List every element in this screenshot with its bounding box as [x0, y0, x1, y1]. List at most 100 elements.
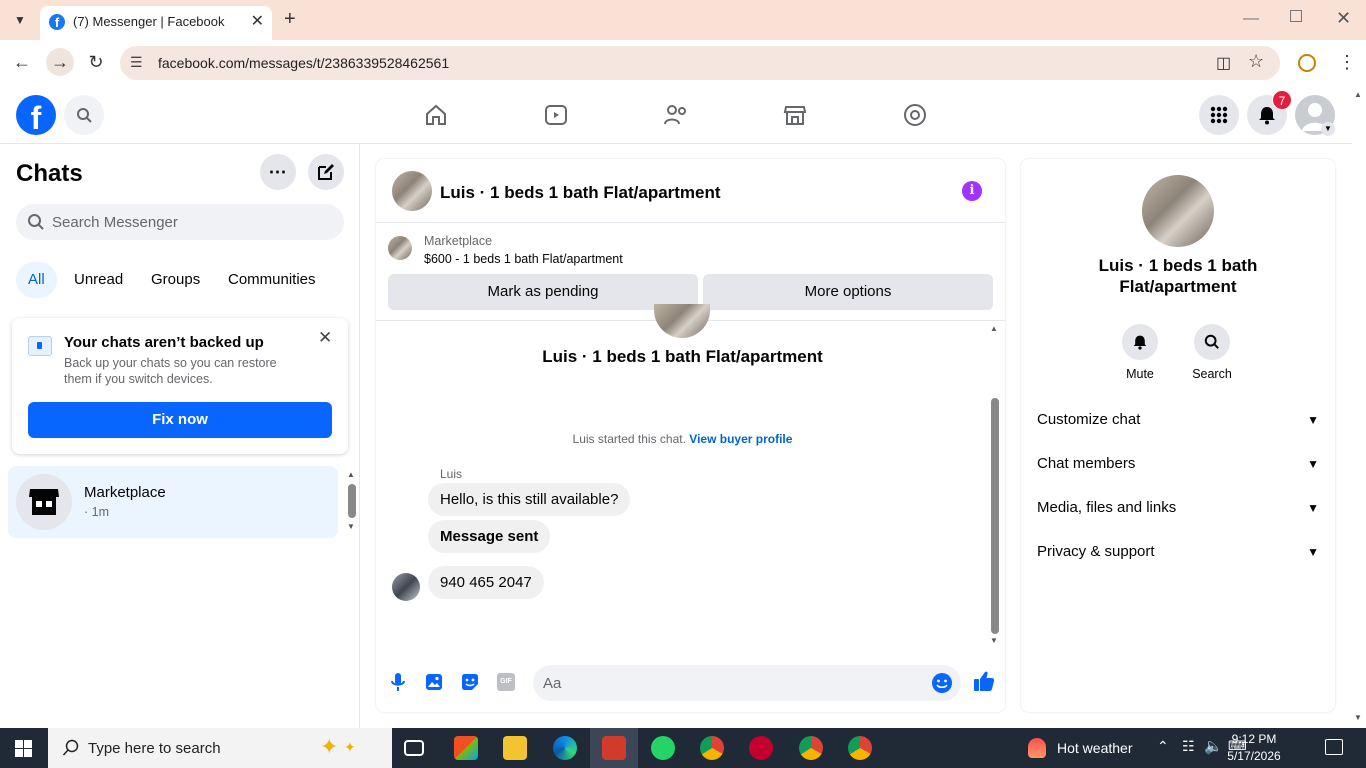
- minimize-button[interactable]: —: [1243, 10, 1259, 28]
- browser-tab[interactable]: f (7) Messenger | Facebook ✕: [40, 6, 272, 40]
- microphone-icon[interactable]: [387, 671, 409, 693]
- search-button[interactable]: [64, 95, 104, 135]
- chrome-icon[interactable]: [700, 736, 724, 760]
- browser-menu-icon[interactable]: ⋮: [1338, 52, 1356, 73]
- file-explorer-icon[interactable]: [503, 736, 527, 760]
- message-placeholder: Aa: [543, 675, 562, 692]
- thumbs-up-icon[interactable]: [972, 669, 996, 693]
- backup-icon: [28, 336, 52, 356]
- close-window-button[interactable]: ✕: [1336, 8, 1351, 29]
- gaming-icon[interactable]: [900, 100, 930, 130]
- taskbar-search-box[interactable]: Type here to search ✦ ✦: [48, 728, 392, 768]
- back-icon[interactable]: ←: [10, 50, 34, 74]
- thread-scroll-down[interactable]: ▼: [990, 636, 998, 645]
- app-icon[interactable]: [602, 736, 626, 760]
- more-options-button[interactable]: More options: [703, 274, 993, 310]
- view-buyer-profile-link[interactable]: View buyer profile: [689, 432, 792, 446]
- chrome-icon[interactable]: [848, 736, 872, 760]
- listing-thumbnail[interactable]: [388, 236, 412, 260]
- whatsapp-icon[interactable]: [651, 736, 675, 760]
- video-icon[interactable]: [541, 100, 571, 130]
- new-message-button[interactable]: [308, 154, 344, 190]
- omnibox[interactable]: ☰ facebook.com/messages/t/23863395284625…: [120, 46, 1280, 80]
- notification-badge: 7: [1272, 90, 1292, 110]
- message-bubble[interactable]: Message sent: [428, 520, 551, 553]
- sender-avatar[interactable]: [392, 573, 420, 601]
- system-clock[interactable]: 9:12 PM 5/17/2026: [1222, 731, 1286, 765]
- facebook-header: f ▼: [0, 86, 1352, 144]
- close-icon[interactable]: ✕: [318, 328, 332, 348]
- tab-list-button[interactable]: ▼: [10, 10, 30, 30]
- sticker-icon[interactable]: [459, 671, 481, 693]
- address-bar-row: ← → ↻ ☰ facebook.com/messages/t/23863395…: [0, 40, 1366, 86]
- bookmark-star-icon[interactable]: ☆: [1248, 51, 1264, 72]
- install-app-icon[interactable]: ◫: [1216, 53, 1231, 73]
- details-avatar[interactable]: [1142, 175, 1214, 247]
- home-icon[interactable]: [421, 100, 451, 130]
- sidebar-scroll-down[interactable]: ▼: [347, 522, 355, 531]
- weather-text[interactable]: Hot weather: [1057, 740, 1132, 756]
- microsoft-store-icon[interactable]: [454, 736, 478, 760]
- chevron-down-icon: ▼: [1307, 545, 1319, 559]
- section-label: Chat members: [1037, 455, 1136, 472]
- customize-chat-section[interactable]: Customize chat ▼: [1037, 398, 1319, 442]
- search-messenger-input[interactable]: Search Messenger: [16, 204, 344, 240]
- menu-button[interactable]: [1199, 95, 1239, 135]
- app-icon[interactable]: [749, 736, 773, 760]
- sidebar-scroll-up[interactable]: ▲: [347, 470, 355, 479]
- marketplace-icon[interactable]: [780, 100, 810, 130]
- info-icon[interactable]: i: [962, 181, 982, 201]
- filter-groups[interactable]: Groups: [139, 262, 212, 298]
- gif-icon[interactable]: GIF: [495, 671, 517, 693]
- mark-as-pending-button[interactable]: Mark as pending: [388, 274, 698, 310]
- reload-icon[interactable]: ↻: [84, 50, 108, 74]
- media-files-links-section[interactable]: Media, files and links ▼: [1037, 486, 1319, 530]
- restore-button[interactable]: [1290, 10, 1302, 22]
- chevron-down-icon: ▼: [1307, 457, 1319, 471]
- chevron-up-icon[interactable]: ⌃: [1157, 738, 1169, 755]
- conversation-time: · 1m: [84, 505, 109, 519]
- filter-unread[interactable]: Unread: [62, 262, 135, 298]
- message-bubble[interactable]: Hello, is this still available?: [428, 483, 631, 516]
- search-label: Search: [1192, 367, 1232, 381]
- message-bubble[interactable]: 940 465 2047: [428, 566, 544, 599]
- listing-description[interactable]: $600 - 1 beds 1 bath Flat/apartment: [424, 252, 623, 266]
- thread-scrollbar[interactable]: [991, 398, 999, 634]
- page-scroll-down[interactable]: ▼: [1354, 713, 1362, 722]
- chrome-icon[interactable]: [799, 736, 823, 760]
- sidebar-scrollbar[interactable]: [348, 484, 356, 518]
- privacy-support-section[interactable]: Privacy & support ▼: [1037, 530, 1319, 574]
- profile-icon[interactable]: [1298, 54, 1316, 72]
- new-tab-button[interactable]: +: [284, 8, 296, 31]
- close-tab-icon[interactable]: ✕: [251, 11, 264, 31]
- chat-members-section[interactable]: Chat members ▼: [1037, 442, 1319, 486]
- wifi-icon[interactable]: ☷: [1182, 738, 1195, 755]
- notification-center-icon[interactable]: [1325, 739, 1343, 755]
- mute-action[interactable]: Mute: [1115, 324, 1165, 381]
- weather-icon[interactable]: [1028, 738, 1046, 758]
- filter-communities[interactable]: Communities: [216, 262, 328, 298]
- search-action[interactable]: Search: [1187, 324, 1237, 381]
- section-label: Customize chat: [1037, 411, 1141, 428]
- fix-now-button[interactable]: Fix now: [28, 402, 332, 438]
- site-settings-icon[interactable]: ☰: [130, 54, 143, 71]
- facebook-logo-icon[interactable]: f: [16, 95, 56, 136]
- photo-icon[interactable]: [423, 671, 445, 693]
- emoji-icon[interactable]: [931, 672, 953, 694]
- page-scroll-up[interactable]: ▲: [1354, 90, 1362, 99]
- conversation-item[interactable]: Marketplace · 1m: [8, 466, 338, 538]
- forward-icon[interactable]: →: [46, 48, 74, 76]
- search-highlight-icon: ✦: [320, 734, 339, 759]
- marketplace-store-icon: [29, 489, 59, 515]
- more-options-button[interactable]: ⋯: [260, 154, 296, 190]
- friends-icon[interactable]: [661, 100, 691, 130]
- edge-icon[interactable]: [553, 736, 577, 760]
- message-input[interactable]: Aa: [533, 665, 961, 701]
- chat-title[interactable]: Luis · 1 beds 1 bath Flat/apartment: [440, 183, 721, 203]
- windows-start-icon[interactable]: [15, 740, 33, 758]
- filter-all[interactable]: All: [16, 262, 57, 298]
- thread-scroll-up[interactable]: ▲: [990, 324, 998, 333]
- task-view-icon[interactable]: [404, 740, 424, 756]
- listing-avatar[interactable]: [392, 171, 432, 211]
- volume-icon[interactable]: 🔈: [1204, 737, 1223, 755]
